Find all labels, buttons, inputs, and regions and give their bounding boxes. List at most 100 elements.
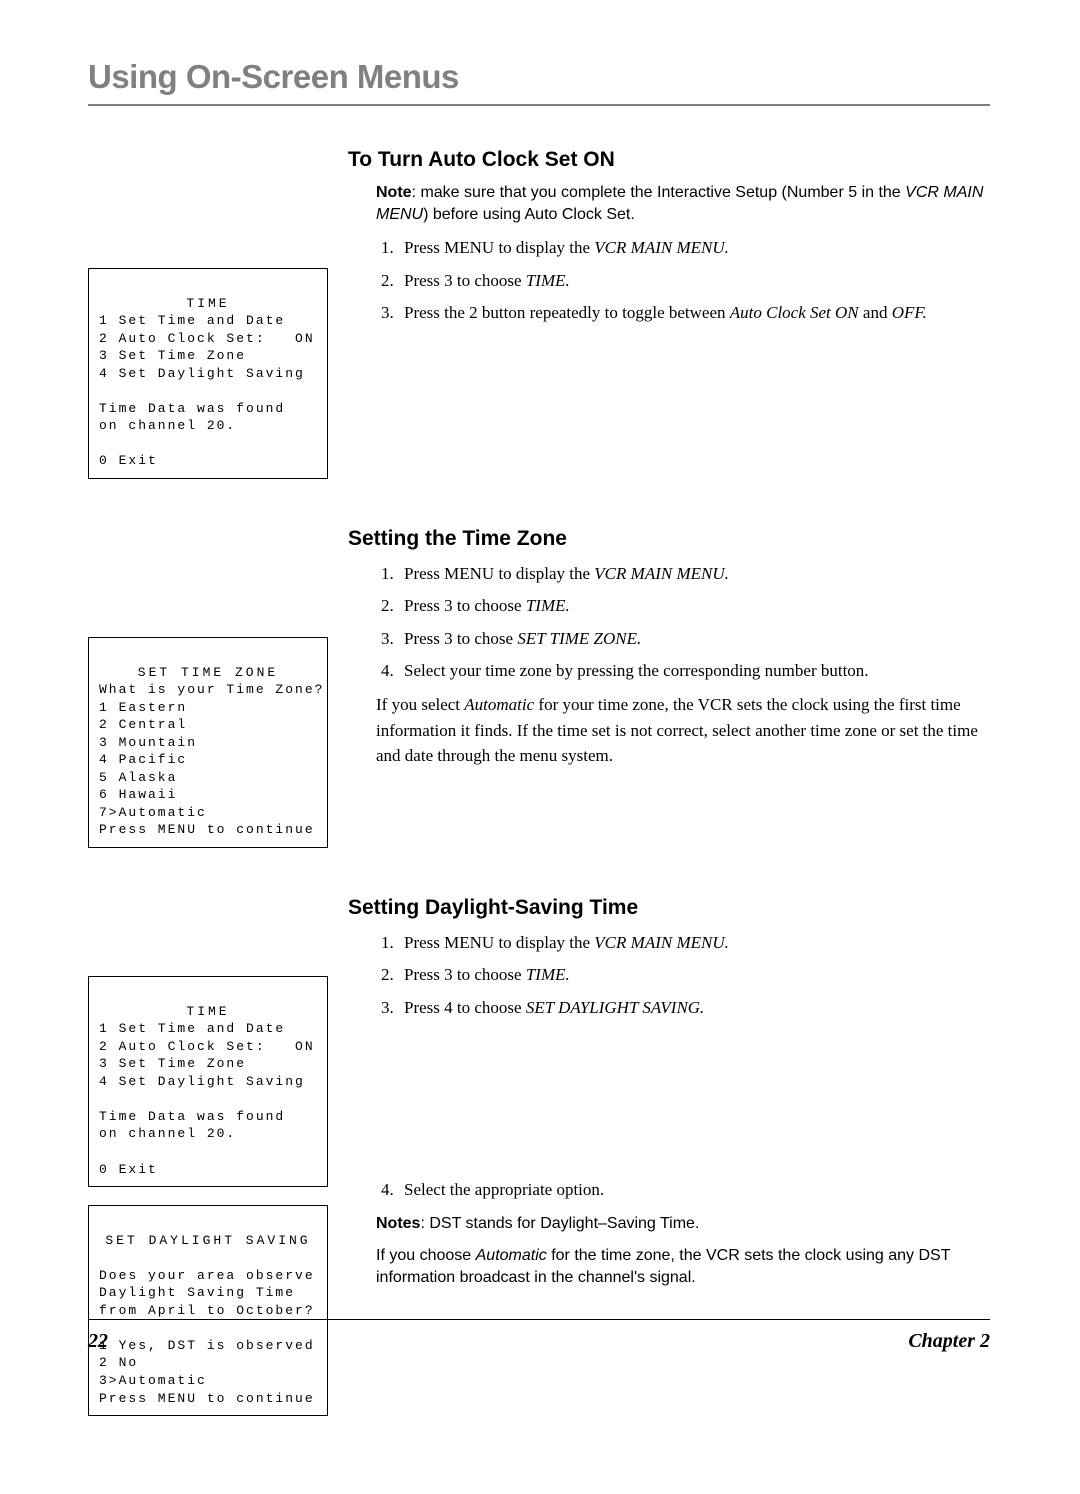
menu-line: 4 Pacific xyxy=(99,752,187,767)
menu-line: What is your Time Zone? xyxy=(99,682,324,697)
steps-dst-b: Select the appropriate option. xyxy=(398,1177,990,1203)
menu-line: 3>Automatic xyxy=(99,1373,207,1388)
menu-line: 4 Set Daylight Saving xyxy=(99,366,305,381)
heading-dst: Setting Daylight-Saving Time xyxy=(348,896,990,920)
content-col-3: Setting Daylight-Saving Time Press MENU … xyxy=(348,896,990,1298)
notes-text: : DST stands for Daylight–Saving Time. xyxy=(420,1215,699,1232)
menu-line: on channel 20. xyxy=(99,418,236,433)
heading-auto-clock: To Turn Auto Clock Set ON xyxy=(348,148,990,172)
menu-line: Press MENU to continue xyxy=(99,1391,315,1406)
step-text: Press 3 to choose xyxy=(404,596,526,615)
menu-line: 5 Alaska xyxy=(99,770,177,785)
content-col-2: Setting the Time Zone Press MENU to disp… xyxy=(348,527,990,781)
menu-line: 0 Exit xyxy=(99,1162,158,1177)
step-item: Press 3 to choose TIME. xyxy=(398,962,990,988)
page-container: Using On-Screen Menus TIME1 Set Time and… xyxy=(0,0,1080,1494)
step-italic: VCR MAIN MENU. xyxy=(594,564,729,583)
menu-line: on channel 20. xyxy=(99,1126,236,1141)
step-text: Press MENU to display the xyxy=(404,564,594,583)
step-italic: TIME. xyxy=(526,596,570,615)
menu-line: 2 Auto Clock Set: ON xyxy=(99,331,315,346)
step-text: Press MENU to display the xyxy=(404,933,594,952)
step-italic: TIME. xyxy=(526,965,570,984)
step-text: Press 4 to choose xyxy=(404,998,526,1017)
menu-line: 6 Hawaii xyxy=(99,787,177,802)
step-item: Select the appropriate option. xyxy=(398,1177,990,1203)
para-time-zone: If you select Automatic for your time zo… xyxy=(376,692,990,769)
step-text: Press 3 to choose xyxy=(404,271,526,290)
step-item: Press MENU to display the VCR MAIN MENU. xyxy=(398,930,990,956)
step-item: Press 3 to choose TIME. xyxy=(398,268,990,294)
menu-line: Daylight Saving Time xyxy=(99,1285,295,1300)
menu-line: 4 Set Daylight Saving xyxy=(99,1074,305,1089)
step-text: Press the 2 button repeatedly to toggle … xyxy=(404,303,730,322)
note-label: Note xyxy=(376,184,412,201)
step-italic: SET DAYLIGHT SAVING. xyxy=(526,998,704,1017)
menu-line: from April to October? xyxy=(99,1303,315,1318)
content-col-1: To Turn Auto Clock Set ON Note: make sur… xyxy=(348,148,990,332)
page-number: 22 xyxy=(88,1330,108,1353)
menu-line: Time Data was found xyxy=(99,401,285,416)
menu-title: TIME xyxy=(99,295,317,313)
step-italic: SET TIME ZONE. xyxy=(517,629,641,648)
para-dst: If you choose Automatic for the time zon… xyxy=(376,1245,990,1288)
step-italic: Auto Clock Set ON xyxy=(730,303,859,322)
step-item: Press MENU to display the VCR MAIN MENU. xyxy=(398,235,990,261)
menu-line: 2 No xyxy=(99,1355,138,1370)
menu-line: Time Data was found xyxy=(99,1109,285,1124)
step-text: Select the appropriate option. xyxy=(404,1180,604,1199)
menu-set-time-zone: SET TIME ZONEWhat is your Time Zone? 1 E… xyxy=(88,637,328,848)
note-auto-clock: Note: make sure that you complete the In… xyxy=(376,182,990,225)
step-text: Press 3 to chose xyxy=(404,629,517,648)
page-title: Using On-Screen Menus xyxy=(88,58,990,106)
menu-line: 3 Mountain xyxy=(99,735,197,750)
menu-line: 2 Auto Clock Set: ON xyxy=(99,1039,315,1054)
notes-label: Notes xyxy=(376,1215,420,1232)
heading-time-zone: Setting the Time Zone xyxy=(348,527,990,551)
page-footer: 22 Chapter 2 xyxy=(88,1319,990,1353)
steps-auto-clock: Press MENU to display the VCR MAIN MENU.… xyxy=(398,235,990,326)
menu-line: 2 Central xyxy=(99,717,187,732)
menu-line: 1 Set Time and Date xyxy=(99,1021,285,1036)
chapter-label: Chapter 2 xyxy=(908,1330,990,1353)
step-text: Press MENU to display the xyxy=(404,238,594,257)
menu-title: SET DAYLIGHT SAVING xyxy=(99,1232,317,1250)
sidebar-col-1: TIME1 Set Time and Date 2 Auto Clock Set… xyxy=(88,148,348,497)
step-italic: OFF. xyxy=(892,303,927,322)
menu-line: 7>Automatic xyxy=(99,805,207,820)
step-italic: VCR MAIN MENU. xyxy=(594,238,729,257)
sidebar-col-3: TIME1 Set Time and Date 2 Auto Clock Set… xyxy=(88,896,348,1434)
step-text: Press 3 to choose xyxy=(404,965,526,984)
step-italic: TIME. xyxy=(526,271,570,290)
step-text: Select your time zone by pressing the co… xyxy=(404,661,869,680)
menu-line: Press MENU to continue xyxy=(99,822,315,837)
menu-line: 3 Set Time Zone xyxy=(99,1056,246,1071)
section-dst: TIME1 Set Time and Date 2 Auto Clock Set… xyxy=(88,896,990,1434)
step-item: Press MENU to display the VCR MAIN MENU. xyxy=(398,561,990,587)
step-item: Press 3 to chose SET TIME ZONE. xyxy=(398,626,990,652)
menu-time-2: TIME1 Set Time and Date 2 Auto Clock Set… xyxy=(88,976,328,1187)
menu-time-1: TIME1 Set Time and Date 2 Auto Clock Set… xyxy=(88,268,328,479)
step-text: and xyxy=(859,303,892,322)
menu-set-dst: SET DAYLIGHT SAVING Does your area obser… xyxy=(88,1205,328,1416)
menu-title: SET TIME ZONE xyxy=(99,664,317,682)
menu-line: 3 Set Time Zone xyxy=(99,348,246,363)
menu-title: TIME xyxy=(99,1003,317,1021)
step-item: Press 4 to choose SET DAYLIGHT SAVING. xyxy=(398,995,990,1021)
notes-dst: Notes: DST stands for Daylight–Saving Ti… xyxy=(376,1213,990,1235)
menu-line: 1 Eastern xyxy=(99,700,187,715)
para-italic: Automatic xyxy=(464,695,534,714)
para-text: If you choose xyxy=(376,1247,476,1264)
menu-line: 0 Exit xyxy=(99,453,158,468)
menu-line: 1 Set Time and Date xyxy=(99,313,285,328)
step-item: Press 3 to choose TIME. xyxy=(398,593,990,619)
step-italic: VCR MAIN MENU. xyxy=(594,933,729,952)
note-text: : make sure that you complete the Intera… xyxy=(412,184,906,201)
step-item: Press the 2 button repeatedly to toggle … xyxy=(398,300,990,326)
para-text: If you select xyxy=(376,695,464,714)
section-auto-clock: TIME1 Set Time and Date 2 Auto Clock Set… xyxy=(88,148,990,497)
menu-line: Does your area observe xyxy=(99,1268,315,1283)
note-text: ) before using Auto Clock Set. xyxy=(423,206,635,223)
steps-dst-a: Press MENU to display the VCR MAIN MENU.… xyxy=(398,930,990,1021)
section-time-zone: SET TIME ZONEWhat is your Time Zone? 1 E… xyxy=(88,527,990,866)
